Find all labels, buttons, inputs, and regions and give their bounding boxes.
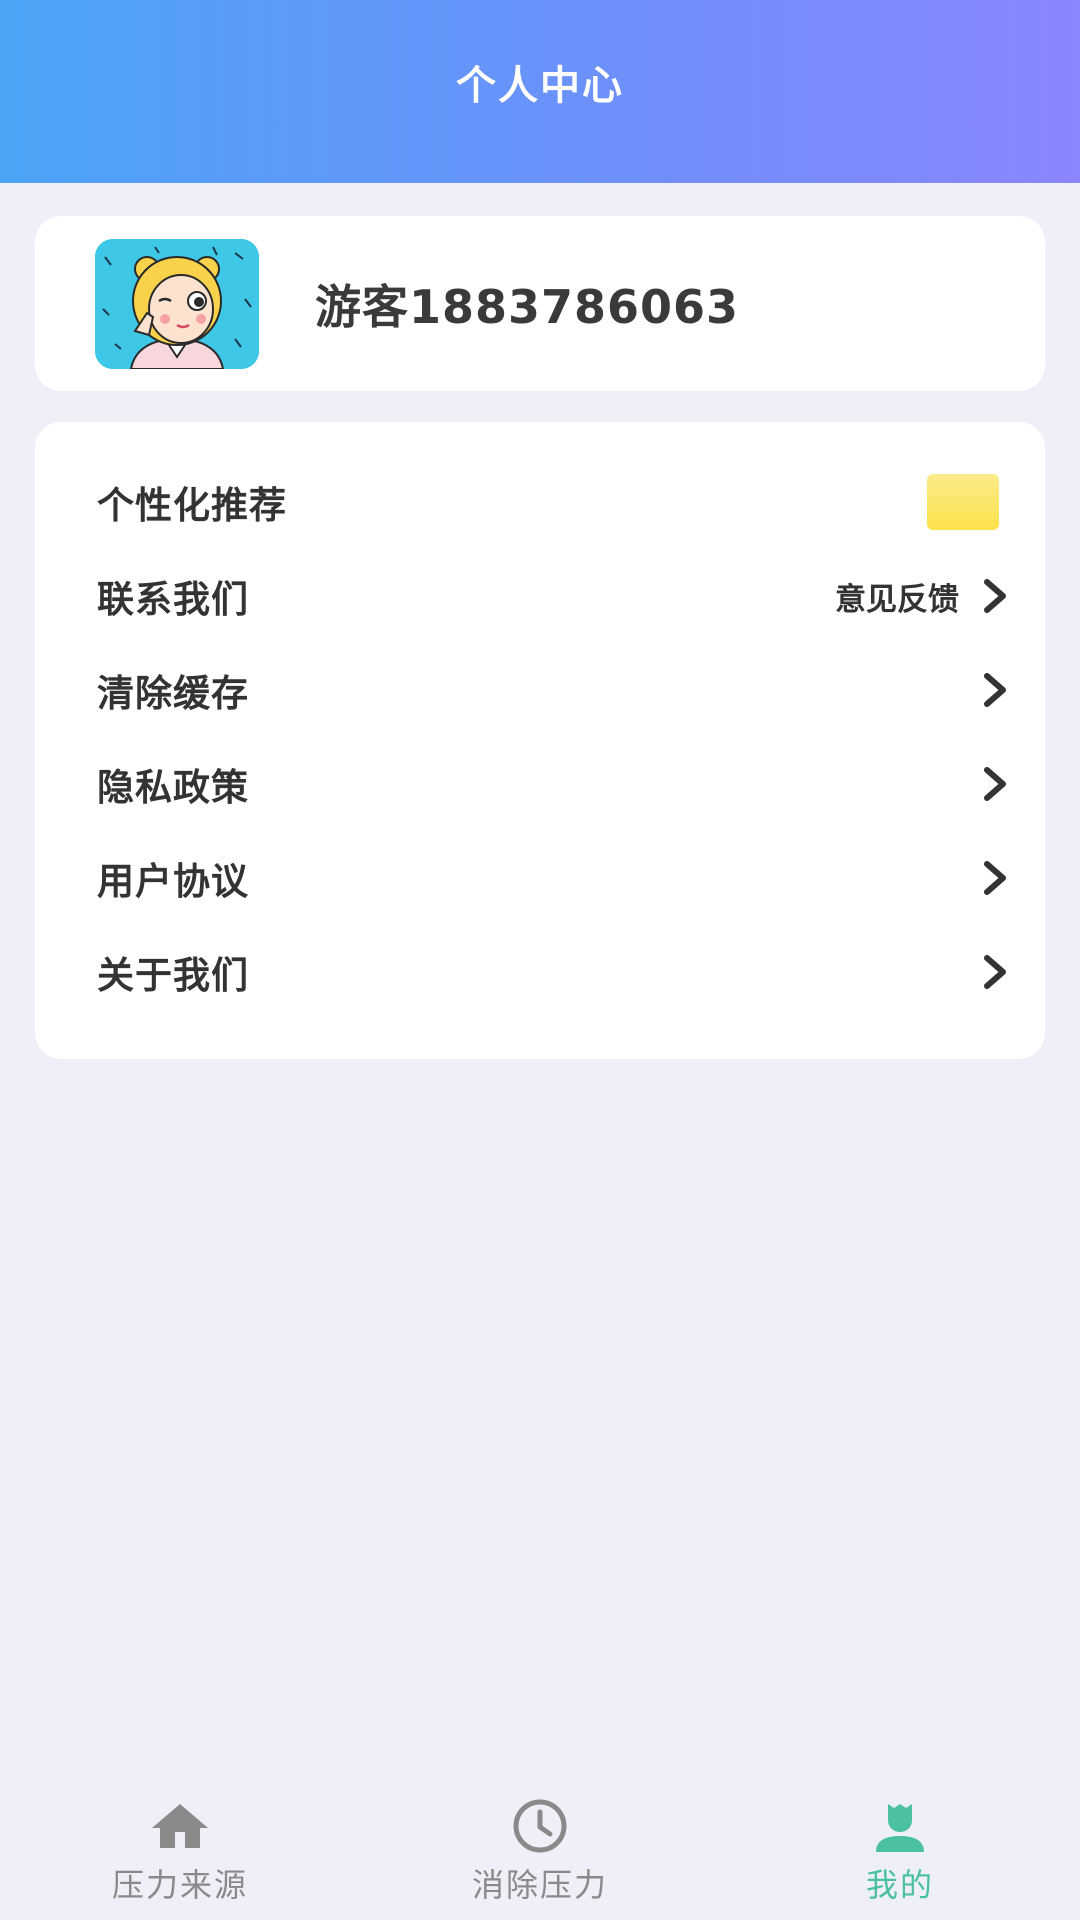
menu-item-label: 用户协议 <box>97 860 249 903</box>
menu-item-label: 隐私政策 <box>97 766 249 809</box>
settings-menu: 个性化推荐 联系我们 意见反馈 清除缓存 隐私政策 用户协议 关于我们 <box>35 422 1045 1059</box>
tab-label: 压力来源 <box>111 1866 248 1904</box>
page-title: 个人中心 <box>456 62 624 109</box>
menu-item-label: 个性化推荐 <box>97 484 287 527</box>
tab-relieve-stress[interactable]: 消除压力 <box>440 1780 640 1920</box>
profile-card[interactable]: 游客1883786063 <box>35 216 1045 391</box>
avatar-cartoon-icon <box>95 238 259 369</box>
avatar[interactable] <box>95 238 259 369</box>
menu-item-right: 意见反馈 <box>835 574 1009 619</box>
menu-item-label: 联系我们 <box>97 578 249 621</box>
chevron-right-icon <box>984 767 1006 801</box>
menu-item-personalized-recommend: 个性化推荐 <box>97 472 1009 532</box>
chevron-right-icon <box>984 579 1006 613</box>
personalized-recommend-toggle[interactable] <box>927 474 999 530</box>
home-icon <box>152 1804 208 1848</box>
user-icon <box>876 1804 924 1852</box>
menu-item-label: 清除缓存 <box>97 672 249 715</box>
chevron-right-icon <box>984 861 1006 895</box>
tab-label: 消除压力 <box>471 1866 608 1904</box>
clock-icon <box>513 1799 567 1853</box>
chevron-right-icon <box>984 673 1006 707</box>
tab-stress-sources[interactable]: 压力来源 <box>80 1780 280 1920</box>
feedback-link[interactable]: 意见反馈 <box>835 574 959 619</box>
header-bar: 个人中心 <box>0 0 1080 183</box>
tab-mine[interactable]: 我的 <box>800 1780 1000 1920</box>
menu-item-label: 关于我们 <box>97 954 249 997</box>
page: 个人中心 游客1883786063 个性化推荐 联系我们 意见反馈 清除缓存 隐… <box>0 0 1080 1920</box>
menu-item-privacy-policy[interactable]: 隐私政策 <box>97 754 1009 814</box>
menu-item-about-us[interactable]: 关于我们 <box>97 942 1009 1002</box>
menu-item-clear-cache[interactable]: 清除缓存 <box>97 660 1009 720</box>
menu-item-user-agreement[interactable]: 用户协议 <box>97 848 1009 908</box>
chevron-right-icon <box>984 955 1006 989</box>
menu-item-contact-us[interactable]: 联系我们 意见反馈 <box>97 566 1009 626</box>
tab-label: 我的 <box>865 1866 934 1904</box>
username: 游客1883786063 <box>315 279 740 334</box>
bottom-tab-bar: 压力来源 消除压力 我的 <box>0 1780 1080 1920</box>
